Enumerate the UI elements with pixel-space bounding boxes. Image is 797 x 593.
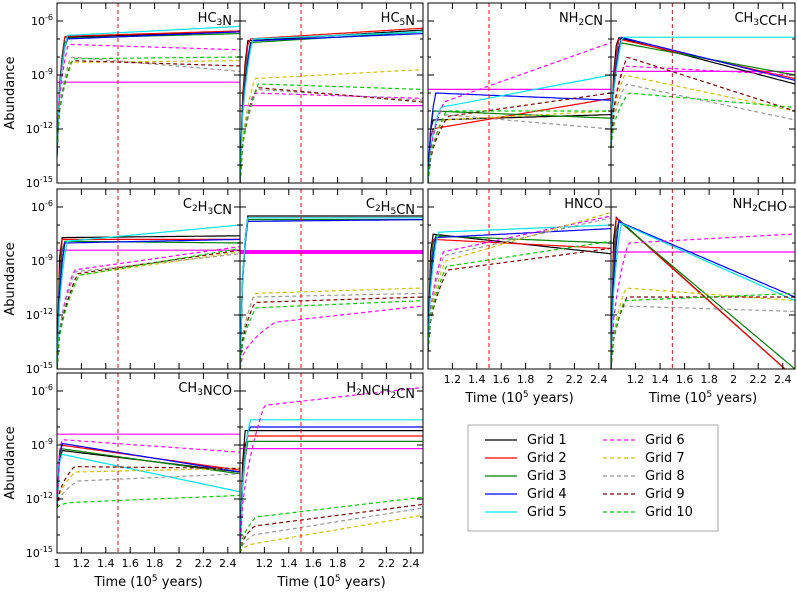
x-tick-label: 1.8 xyxy=(329,557,347,570)
chart-panel: C2H3CN10-1510-1210-910-6Abundance xyxy=(3,188,241,376)
x-tick-label: 1.8 xyxy=(517,373,535,386)
x-tick-label: 1.6 xyxy=(121,557,139,570)
x-tick-label: 2.2 xyxy=(749,373,767,386)
chart-panel: HNCO 1.2 1.4 1.6 1.8 2 2.2 2.4 Time (105 years) xyxy=(427,188,612,406)
x-tick-label: 2.4 xyxy=(774,373,792,386)
x-tick-label: 2.4 xyxy=(402,557,420,570)
x-tick-label: 2.2 xyxy=(195,557,213,570)
plot-area xyxy=(57,3,240,183)
x-tick-label: 2 xyxy=(547,373,554,386)
x-tick-label: 1.4 xyxy=(280,557,298,570)
plot-area xyxy=(611,189,795,369)
x-axis-title: Time (105 years) xyxy=(648,390,757,406)
y-tick-label: 10-9 xyxy=(31,67,53,82)
x-tick-label: 1.6 xyxy=(304,557,322,570)
legend-label: Grid 1 xyxy=(527,433,567,448)
x-tick-label: 1.4 xyxy=(468,373,486,386)
x-tick-label: 1.2 xyxy=(444,373,462,386)
y-tick-label: 10-6 xyxy=(31,13,53,28)
y-tick-label: 10-12 xyxy=(26,121,53,136)
chart-panel: HC3N10-1510-1210-910-6Abundance xyxy=(3,2,241,190)
x-tick-label: 2.4 xyxy=(590,373,608,386)
legend-label: Grid 4 xyxy=(527,487,567,502)
chart-panel: C2H5CN xyxy=(239,188,424,370)
y-tick-label: 10-12 xyxy=(26,491,53,506)
y-tick-label: 10-9 xyxy=(31,437,53,452)
x-tick-label: 2.4 xyxy=(219,557,237,570)
x-tick-label: 2 xyxy=(730,373,737,386)
x-tick-label: 2 xyxy=(176,557,183,570)
plot-area xyxy=(611,3,795,183)
figure: HC3N10-1510-1210-910-6AbundanceHC5N NH2CN… xyxy=(3,2,796,590)
y-tick-label: 10-12 xyxy=(26,307,53,322)
y-tick-label: 10-6 xyxy=(31,383,53,398)
y-tick-label: 10-15 xyxy=(26,175,53,190)
x-axis-title: Time (105 years) xyxy=(276,574,385,590)
x-tick-label: 1.2 xyxy=(73,557,91,570)
legend-label: Grid 6 xyxy=(645,433,685,448)
panel-title: HNCO xyxy=(564,197,603,212)
chart-panel: CH3CCH xyxy=(610,2,796,184)
legend-label: Grid 3 xyxy=(527,469,567,484)
y-axis-title: Abundance xyxy=(3,56,18,129)
x-tick-label: 1.8 xyxy=(700,373,718,386)
y-axis-title: Abundance xyxy=(3,426,18,499)
x-axis-title: Time (105 years) xyxy=(464,390,573,406)
x-tick-label: 1.4 xyxy=(651,373,669,386)
x-tick-label: 1.6 xyxy=(676,373,694,386)
legend-label: Grid 2 xyxy=(527,451,567,466)
y-tick-label: 10-15 xyxy=(26,361,53,376)
x-tick-label: 2.2 xyxy=(566,373,584,386)
x-tick-label: 1.8 xyxy=(146,557,164,570)
x-tick-label: 2 xyxy=(359,557,366,570)
legend-label: Grid 5 xyxy=(527,505,567,520)
chart-panel: NH2CN xyxy=(427,2,612,184)
legend-label: Grid 9 xyxy=(645,487,685,502)
y-tick-label: 10-15 xyxy=(26,545,53,560)
x-tick-label: 1.6 xyxy=(492,373,510,386)
chart-panel: NH2CHO1.2 1.4 1.6 1.8 2 2.2 2.4Time (105 years… xyxy=(610,188,796,406)
x-tick-label: 2.2 xyxy=(378,557,396,570)
x-tick-label: 1 xyxy=(54,557,61,570)
plot-area xyxy=(428,189,611,369)
legend: Grid 1 Grid 2 Grid 3 Grid 4 Grid 5 Grid 6 Grid… xyxy=(467,424,719,532)
legend-label: Grid 7 xyxy=(645,451,685,466)
x-axis-title: Time (105 years) xyxy=(93,574,202,590)
x-tick-label: 1.2 xyxy=(627,373,645,386)
y-tick-label: 10-9 xyxy=(31,253,53,268)
plot-area xyxy=(57,373,240,553)
legend-label: Grid 8 xyxy=(645,469,685,484)
x-tick-label: 1.2 xyxy=(256,557,274,570)
x-tick-label: 1.4 xyxy=(97,557,115,570)
chart-panel: H2NCH2CN1.2 1.4 1.6 1.8 2 2.2 2.4Time (105 yea… xyxy=(239,372,424,590)
chart-panel: HC5N xyxy=(239,2,424,184)
chart-panel: CH3NCO10-1510-1210-910-6Abundance1 1.2 1.4… xyxy=(3,372,241,590)
y-tick-label: 10-6 xyxy=(31,199,53,214)
y-axis-title: Abundance xyxy=(3,242,18,315)
legend-label: Grid 10 xyxy=(645,505,693,520)
